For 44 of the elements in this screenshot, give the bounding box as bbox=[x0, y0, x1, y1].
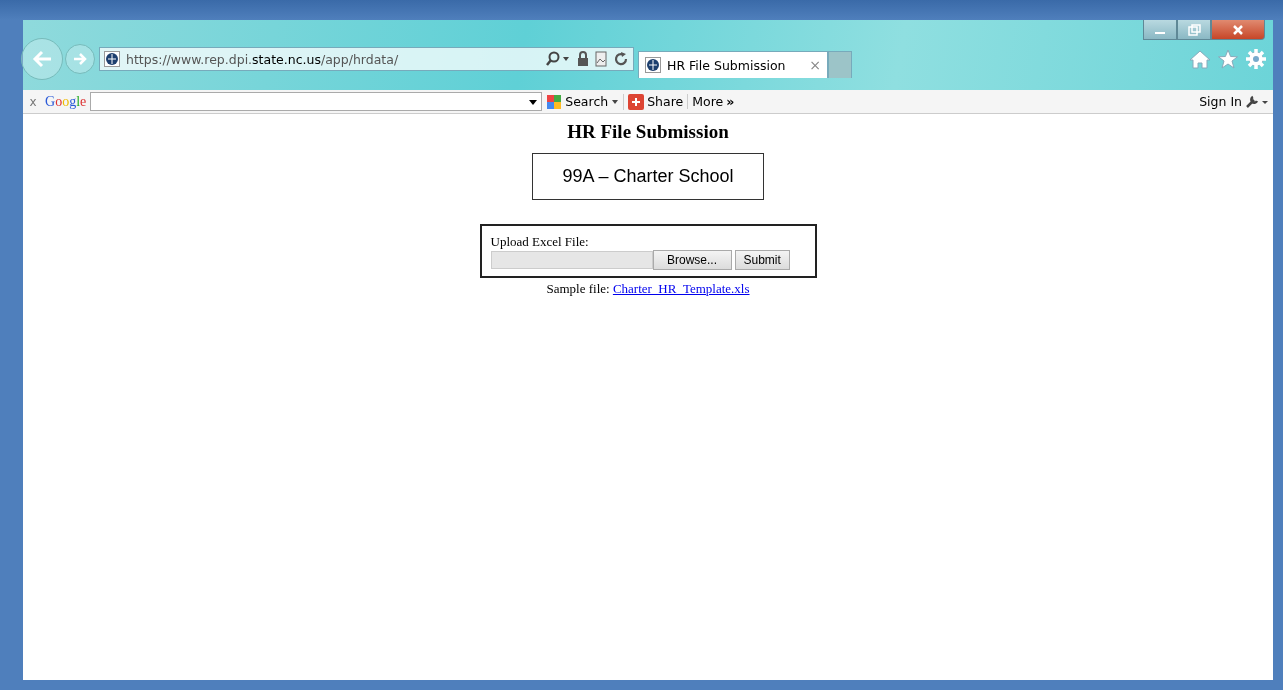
plus-icon bbox=[628, 93, 645, 110]
settings-icon[interactable] bbox=[1245, 48, 1267, 70]
search-field[interactable] bbox=[90, 92, 543, 111]
dropdown-icon[interactable] bbox=[528, 97, 539, 106]
search-button[interactable]: Search bbox=[542, 93, 624, 110]
lock-icon[interactable] bbox=[577, 51, 589, 67]
more-button[interactable]: More » bbox=[687, 94, 739, 109]
color-squares-icon bbox=[546, 93, 563, 110]
refresh-icon[interactable] bbox=[613, 51, 629, 67]
minimize-icon bbox=[1155, 31, 1165, 34]
sample-file-label: Sample file: bbox=[546, 281, 610, 296]
forward-button[interactable] bbox=[65, 44, 95, 74]
restore-icon bbox=[1187, 23, 1201, 36]
back-arrow-icon bbox=[31, 50, 53, 68]
wrench-icon[interactable] bbox=[1245, 94, 1269, 109]
close-icon bbox=[1231, 23, 1245, 36]
page-title: HR File Submission bbox=[567, 121, 729, 143]
file-path-field[interactable] bbox=[490, 251, 653, 269]
close-button[interactable] bbox=[1211, 20, 1265, 40]
browser-tab[interactable]: HR File Submission × bbox=[638, 51, 828, 78]
search-icon[interactable] bbox=[545, 51, 571, 67]
minimize-button[interactable] bbox=[1143, 20, 1177, 40]
upload-label: Upload Excel File: bbox=[490, 234, 590, 250]
tab-title: HR File Submission bbox=[667, 57, 787, 73]
restore-button[interactable] bbox=[1177, 20, 1211, 40]
share-button[interactable]: Share bbox=[623, 93, 688, 110]
site-icon bbox=[104, 51, 120, 67]
site-icon bbox=[645, 57, 661, 73]
home-icon[interactable] bbox=[1189, 49, 1211, 69]
url-text: https://www.rep.dpi.state.nc.us/app/hrdata/ bbox=[126, 51, 400, 67]
google-logo: Google bbox=[45, 93, 87, 110]
organization-label: 99A – Charter School bbox=[532, 153, 764, 200]
sample-file-link[interactable]: Charter_HR_Template.xls bbox=[612, 281, 750, 296]
browse-button[interactable]: Browse... bbox=[652, 250, 732, 270]
address-bar[interactable]: https://www.rep.dpi.state.nc.us/app/hrdata/ bbox=[99, 47, 634, 71]
page-icon[interactable] bbox=[595, 51, 607, 67]
back-button[interactable] bbox=[21, 38, 63, 80]
sign-in-button[interactable]: Sign In bbox=[1195, 94, 1273, 109]
forward-arrow-icon bbox=[72, 52, 88, 66]
star-icon[interactable] bbox=[1217, 49, 1239, 69]
submit-button[interactable]: Submit bbox=[734, 250, 790, 270]
caret-icon bbox=[611, 98, 620, 105]
close-toolbar-button[interactable]: x bbox=[23, 94, 43, 109]
close-tab-button[interactable]: × bbox=[809, 57, 821, 73]
